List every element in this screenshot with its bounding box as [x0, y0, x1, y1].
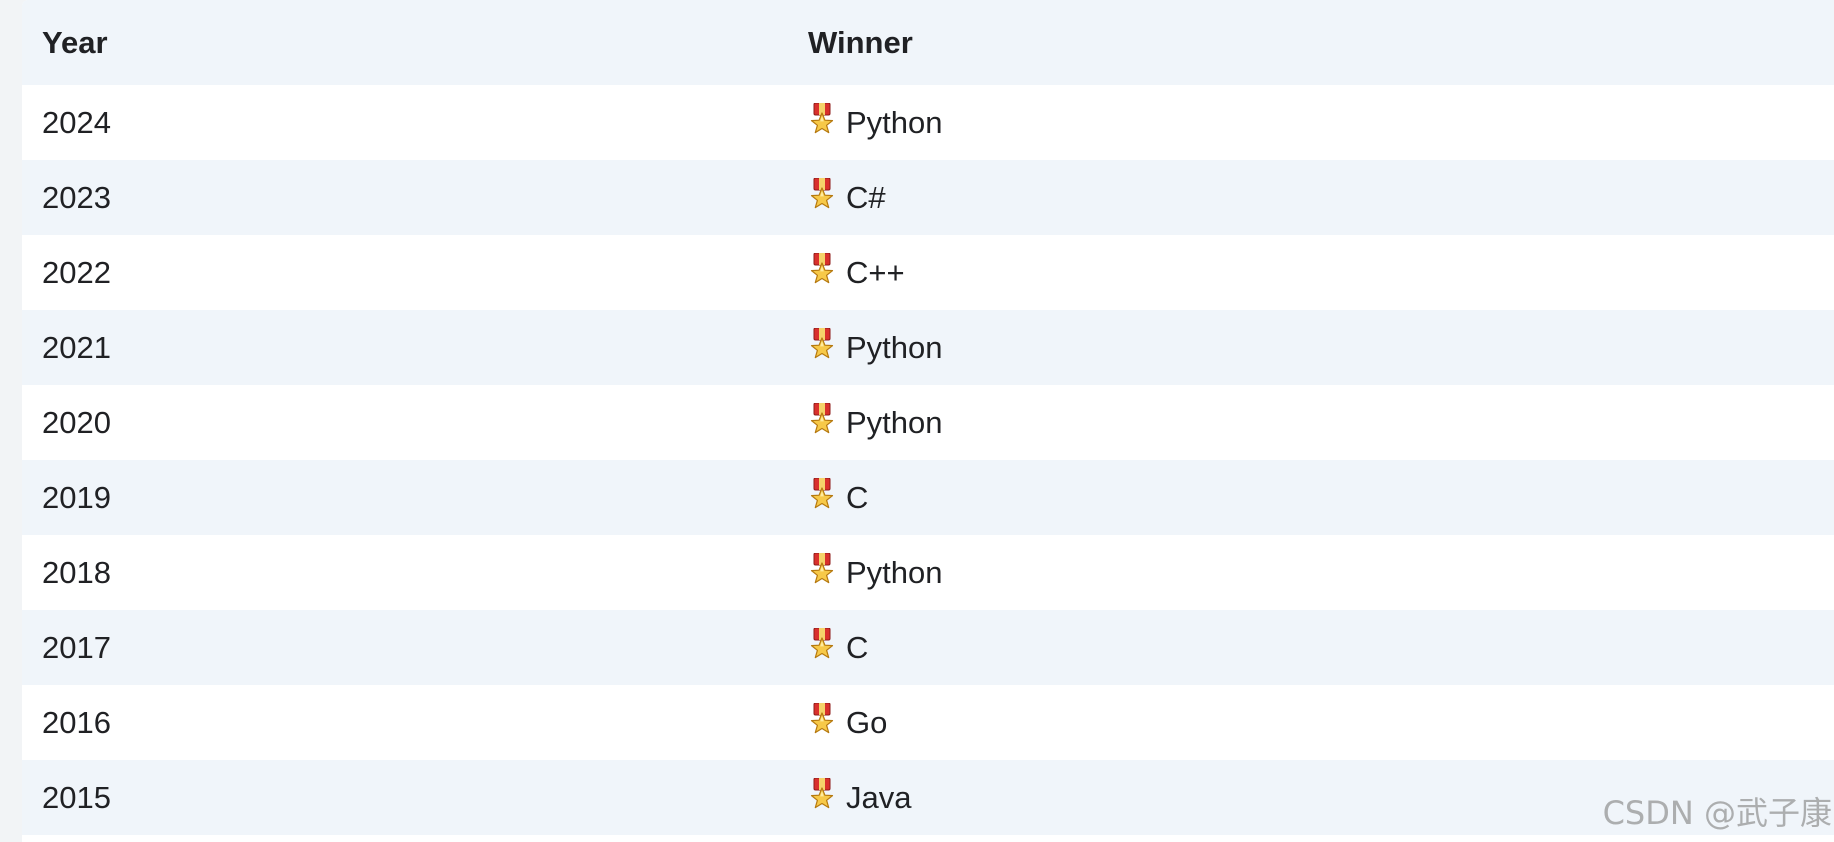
winner-cell: Python	[808, 105, 943, 141]
watermark: CSDN @武子康	[1602, 794, 1832, 832]
medal-icon	[808, 403, 836, 435]
year-cell: 2015	[42, 779, 111, 815]
winner-label: C++	[846, 254, 905, 290]
medal-icon	[808, 553, 836, 585]
table-row: 2020 Python	[22, 385, 1834, 460]
winner-label: Python	[846, 554, 943, 590]
medal-icon	[808, 328, 836, 360]
year-cell: 2023	[42, 179, 111, 215]
winner-label: C#	[846, 179, 886, 215]
year-cell: 2024	[42, 104, 111, 140]
year-cell: 2019	[42, 479, 111, 515]
winner-cell: Java	[808, 780, 911, 816]
winner-label: Python	[846, 404, 943, 440]
winner-cell: Go	[808, 705, 887, 741]
table-row: 2019 C	[22, 460, 1834, 535]
medal-icon	[808, 778, 836, 810]
winner-cell: Python	[808, 405, 943, 441]
table-row: 2016 Go	[22, 685, 1834, 760]
table-row: 2024 Python	[22, 85, 1834, 160]
year-cell: 2021	[42, 329, 111, 365]
winner-cell: C	[808, 480, 868, 516]
table-row: 2022 C++	[22, 235, 1834, 310]
winner-cell: C	[808, 630, 868, 666]
year-cell: 2020	[42, 404, 111, 440]
winner-cell: Python	[808, 330, 943, 366]
header-winner: Winner	[808, 24, 913, 60]
winner-label: Go	[846, 704, 888, 740]
medal-icon	[808, 478, 836, 510]
winner-label: Java	[846, 779, 912, 815]
year-cell: 2018	[42, 554, 111, 590]
year-cell: 2017	[42, 629, 111, 665]
table-row: 2023 C#	[22, 160, 1834, 235]
table-row: 2021 Python	[22, 310, 1834, 385]
medal-icon	[808, 253, 836, 285]
winner-label: C	[846, 479, 869, 515]
table-body: 2024 Python 2023 C# 2022 C++ 2021 Python 2020 Pyt…	[22, 85, 1834, 835]
medal-icon	[808, 178, 836, 210]
table-row: 2017 C	[22, 610, 1834, 685]
winner-cell: C#	[808, 180, 886, 216]
header-year: Year	[42, 24, 108, 60]
winner-label: Python	[846, 329, 943, 365]
table-row: 2015 Java	[22, 760, 1834, 835]
winner-label: Python	[846, 104, 943, 140]
winner-label: C	[846, 629, 869, 665]
year-cell: 2016	[42, 704, 111, 740]
table-row: 2018 Python	[22, 535, 1834, 610]
table-header-row: Year Winner	[22, 0, 1834, 85]
medal-icon	[808, 103, 836, 135]
year-cell: 2022	[42, 254, 111, 290]
winner-cell: C++	[808, 255, 905, 291]
medal-icon	[808, 628, 836, 660]
winner-cell: Python	[808, 555, 943, 591]
winners-table: Year Winner 2024 Python 2023 C# 2022 C++ 2021 P…	[22, 0, 1834, 842]
medal-icon	[808, 703, 836, 735]
